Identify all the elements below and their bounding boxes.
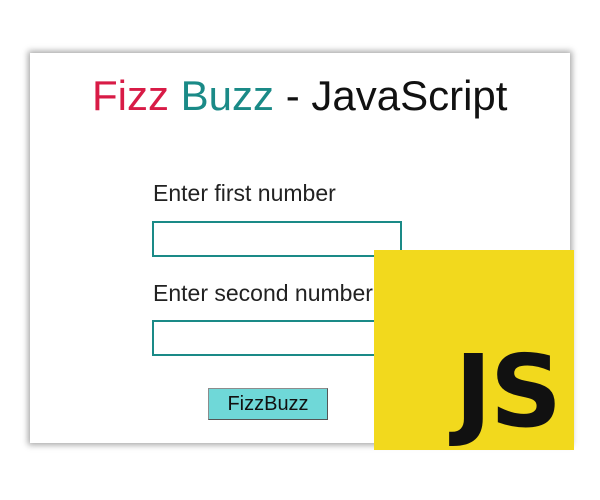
fizzbuzz-button[interactable]: FizzBuzz — [208, 388, 328, 420]
title-fizz: Fizz — [92, 72, 169, 119]
page-title: Fizz Buzz - JavaScript — [92, 72, 507, 120]
first-number-label: Enter first number — [153, 180, 336, 206]
first-number-input[interactable] — [152, 221, 402, 257]
title-buzz: Buzz — [180, 72, 275, 119]
javascript-logo-text: JS — [454, 333, 562, 450]
title-suffix: - JavaScript — [274, 72, 508, 119]
second-number-label: Enter second number — [153, 280, 373, 306]
javascript-logo: JS — [374, 250, 574, 450]
second-number-input[interactable] — [152, 320, 402, 356]
